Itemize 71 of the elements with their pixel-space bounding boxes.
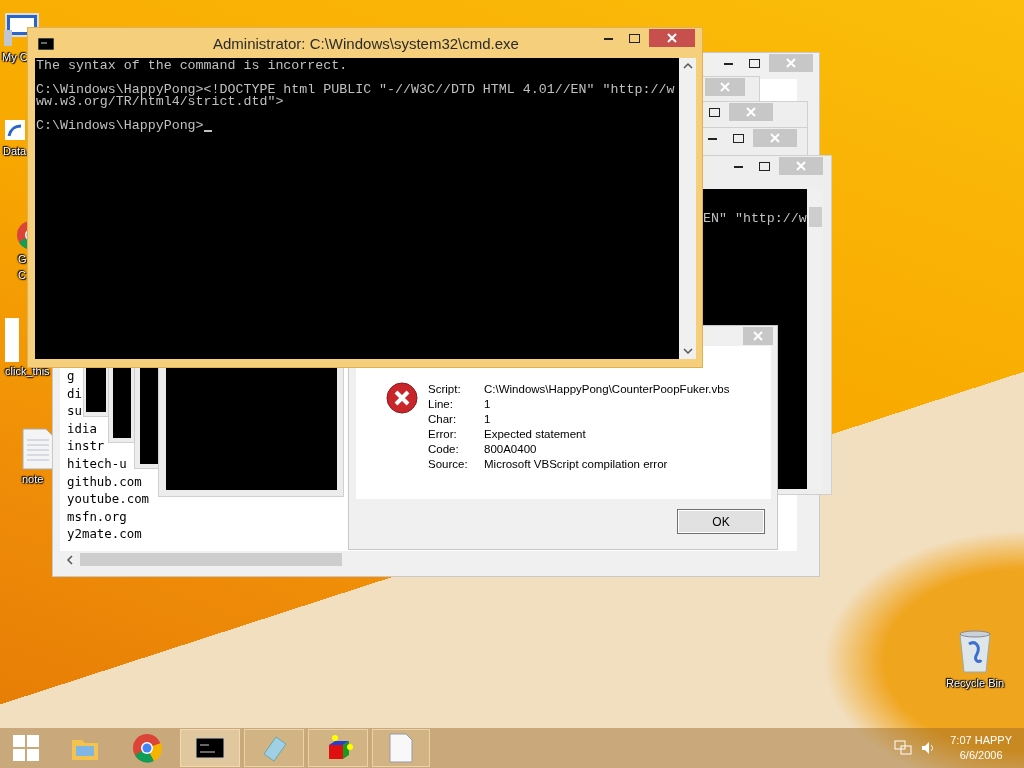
icon-label: note bbox=[22, 472, 44, 486]
maximize-icon bbox=[732, 133, 744, 143]
console-line: ww.w3.org/TR/html4/strict.dtd"> bbox=[36, 96, 284, 108]
text-line: su bbox=[67, 403, 82, 420]
recycle-bin-icon bbox=[957, 630, 993, 674]
console-line: The syntax of the command is incorrect. bbox=[36, 60, 348, 72]
windows-logo-icon bbox=[13, 735, 39, 761]
minimize-icon bbox=[723, 61, 733, 65]
maximize-icon bbox=[758, 161, 770, 171]
console-line: C:\Windows\HappyPong><!DOCTYPE html PUBLIC "-//W3C//DTD HTML 4.01//EN" "http://w bbox=[36, 84, 675, 96]
console-icon bbox=[195, 737, 225, 759]
icon-label: Recycle Bin bbox=[945, 676, 1005, 690]
field-value: Expected statement bbox=[484, 427, 587, 441]
close-icon bbox=[720, 82, 730, 92]
close-icon bbox=[667, 33, 677, 43]
field-label: Line: bbox=[428, 397, 454, 411]
text-line: msfn.org bbox=[67, 508, 127, 525]
error-icon bbox=[386, 382, 418, 414]
field-label: Script: bbox=[428, 382, 462, 396]
document-icon bbox=[389, 733, 413, 763]
text-line: di bbox=[67, 385, 82, 402]
clock-time: 7:07 HAPPY bbox=[950, 733, 1012, 748]
icon-label: click_this bbox=[5, 364, 50, 378]
clock-date: 6/6/2006 bbox=[959, 748, 1003, 763]
taskbar-button[interactable] bbox=[308, 729, 368, 767]
field-label: Char: bbox=[428, 412, 458, 426]
icon-label: My C bbox=[2, 50, 28, 64]
field-label: Error: bbox=[428, 427, 458, 441]
minimize-icon bbox=[733, 164, 743, 168]
maximize-icon bbox=[708, 107, 720, 117]
console-line: EN" "http://w bbox=[703, 213, 807, 225]
text-line: y2mate.com bbox=[67, 526, 142, 543]
file-icon bbox=[5, 318, 19, 362]
field-value: C:\Windows\HappyPong\CounterPoopFuker.vbs bbox=[484, 382, 730, 396]
icon-label: G bbox=[17, 252, 27, 266]
close-button[interactable] bbox=[743, 327, 773, 345]
icon-label: C bbox=[17, 268, 26, 282]
text-line: github.com bbox=[67, 473, 142, 490]
close-button[interactable] bbox=[649, 29, 695, 47]
chrome-icon bbox=[132, 733, 162, 763]
console-line: C:\Windows\HappyPong> bbox=[36, 120, 204, 132]
text-cursor bbox=[204, 130, 212, 132]
minimize-icon bbox=[707, 136, 717, 140]
close-icon bbox=[746, 107, 756, 117]
console-icon bbox=[38, 38, 54, 50]
maximize-icon bbox=[628, 33, 640, 43]
window-title: Administrator: C:\Windows\system32\cmd.exe bbox=[213, 35, 519, 52]
ok-button[interactable]: OK bbox=[677, 509, 765, 534]
icon-label: Data bbox=[3, 144, 27, 158]
close-icon bbox=[786, 58, 796, 68]
field-value: 800A0400 bbox=[484, 442, 538, 456]
text-line: idia bbox=[67, 420, 97, 437]
field-value: Microsoft VBScript compilation error bbox=[484, 457, 669, 471]
field-value: 1 bbox=[484, 397, 492, 411]
network-icon bbox=[894, 740, 913, 756]
text-line: instr bbox=[67, 438, 105, 455]
taskbar-button[interactable] bbox=[180, 729, 240, 767]
shortcut-icon bbox=[3, 118, 27, 142]
field-label: Source: bbox=[428, 457, 469, 471]
close-button[interactable] bbox=[705, 78, 745, 96]
minimize-icon bbox=[603, 36, 613, 40]
vertical-scrollbar[interactable] bbox=[679, 58, 696, 359]
field-label: Code: bbox=[428, 442, 460, 456]
text-line: g bbox=[67, 368, 75, 384]
close-icon bbox=[796, 161, 806, 171]
maximize-icon bbox=[748, 58, 760, 68]
close-icon bbox=[770, 133, 780, 143]
close-icon bbox=[753, 331, 763, 341]
field-value: 1 bbox=[484, 412, 492, 426]
text-line: youtube.com bbox=[67, 491, 150, 508]
text-line: hitech-u bbox=[67, 456, 127, 472]
